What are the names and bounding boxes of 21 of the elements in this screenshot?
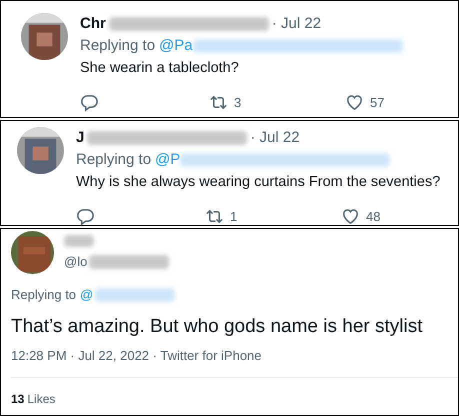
tweet-date: · Jul 22 [250, 128, 300, 148]
likes-label: Likes [27, 392, 56, 406]
user-name: J [76, 128, 84, 148]
likes-count: 13 [11, 392, 24, 406]
user-name: Chr [80, 14, 106, 34]
like-count: 57 [370, 95, 384, 110]
tweet-timestamp: 12:28 PM · Jul 22, 2022 · Twitter for iPhone [11, 348, 458, 378]
tweet-text: Why is she always wearing curtains From the seventies? [76, 173, 442, 192]
tweet-text: She wearin a tablecloth? [80, 59, 240, 78]
like-count: 48 [366, 209, 380, 224]
retweet-count: 1 [230, 209, 238, 224]
retweet-count: 3 [234, 95, 242, 110]
tweet-text: That’s amazing. But who gods name is her stylist [11, 315, 424, 339]
user-handle: @lo [64, 253, 88, 271]
replying-label: Replying to [11, 286, 76, 304]
replying-label: Replying to [80, 36, 156, 56]
mention-link[interactable]: @P [151, 149, 180, 171]
mention-link[interactable]: @Pa [155, 35, 193, 57]
mention-link[interactable]: @ [76, 284, 94, 306]
tweet-date: · Jul 22 [272, 14, 322, 34]
replying-label: Replying to [76, 150, 152, 170]
